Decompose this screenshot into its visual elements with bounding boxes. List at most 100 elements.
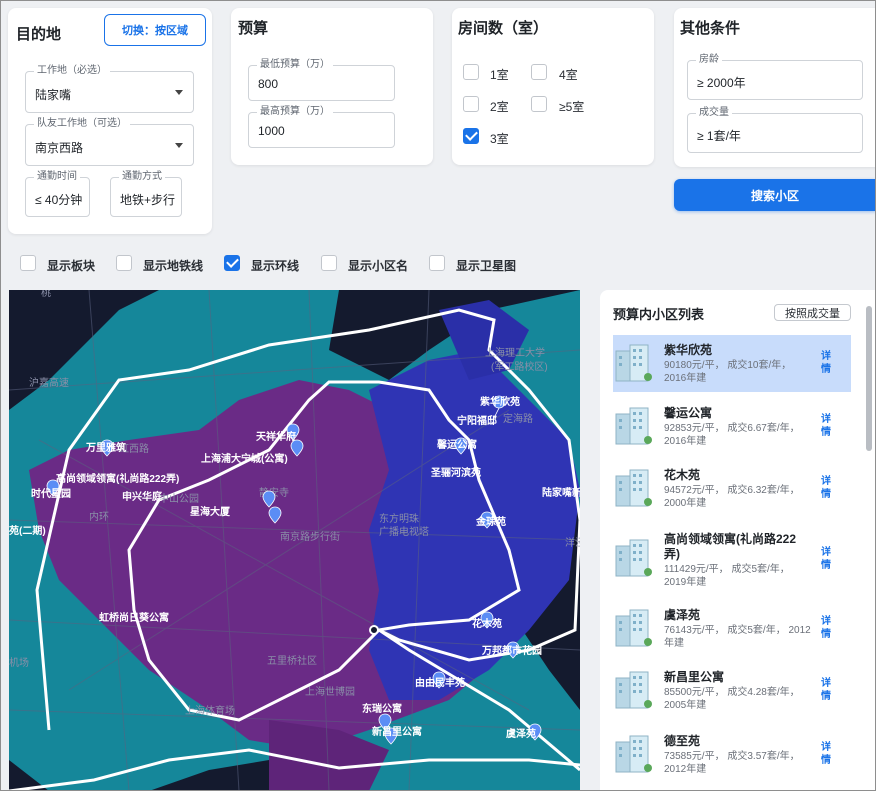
layer-satellite-checkbox[interactable]	[429, 255, 445, 271]
base-label: 桃	[41, 290, 51, 299]
base-label: 上海理工大学	[485, 346, 545, 359]
base-label: 定海路	[503, 412, 533, 425]
budget-card: 预算 最低预算（万） 800 最高预算（万） 1000	[231, 8, 433, 165]
list-scrollbar[interactable]	[866, 306, 872, 451]
partner-workplace-select[interactable]: 队友工作地（可选） 南京西路	[25, 118, 194, 166]
base-label: 东方明珠	[379, 512, 419, 525]
marker-label: 圣骊河滨苑	[431, 466, 481, 479]
list-item[interactable]: 紫华欣苑 90180元/平， 成交10套/年， 2016年建 详情	[613, 335, 851, 392]
room-5plus-checkbox[interactable]	[531, 96, 547, 112]
building-icon	[615, 539, 652, 577]
marker-label: 苑(二期)	[9, 524, 46, 537]
layer-blocks-checkbox[interactable]	[20, 255, 36, 271]
marker-label: 馨运公寓	[436, 438, 477, 451]
search-button[interactable]: 搜索小区	[674, 179, 876, 211]
detail-link[interactable]: 详情	[819, 615, 833, 641]
commute-map[interactable]: 上海理工大学 (军工路校区) 沪嘉高速 定海路 东方明珠 广播电视塔 南京路步行…	[9, 290, 580, 791]
building-age-field[interactable]: 房龄 ≥ 2000年	[687, 54, 863, 100]
list-item[interactable]: 德至苑 73585元/平， 成交3.57套/年， 2012年建 详情	[613, 726, 851, 783]
commute-mode-field[interactable]: 通勤方式 地铁+步行	[110, 171, 182, 217]
detail-link[interactable]: 详情	[819, 475, 833, 501]
commute-mode-value: 地铁+步行	[120, 193, 176, 207]
min-budget-input[interactable]: 最低预算（万） 800	[248, 59, 395, 101]
detail-link[interactable]: 详情	[819, 741, 833, 767]
detail-link[interactable]: 详情	[819, 677, 833, 703]
list-item-meta: 90180元/平， 成交10套/年， 2016年建	[664, 360, 792, 384]
community-list-panel: 预算内小区列表 按照成交量 紫华欣苑 90180元/平， 成交10套/年， 20…	[600, 290, 876, 791]
layer-metro-label: 显示地铁线	[143, 259, 204, 273]
layer-satellite-label: 显示卫星图	[456, 259, 517, 273]
list-item[interactable]: 馨运公寓 92853元/平， 成交6.67套/年， 2016年建 详情	[613, 398, 851, 455]
chevron-down-icon	[175, 143, 183, 148]
marker-label: 陆家嘴新	[542, 486, 580, 499]
list-item-meta: 111429元/平， 成交5套/年， 2019年建	[664, 564, 790, 588]
destination-card: 目的地 切换：按区域 工作地（必选） 陆家嘴 队友工作地（可选） 南京西路 通勤…	[8, 8, 212, 234]
map-canvas[interactable]: 上海理工大学 (军工路校区) 沪嘉高速 定海路 东方明珠 广播电视塔 南京路步行…	[9, 290, 580, 791]
list-title: 预算内小区列表	[613, 307, 705, 322]
marker-label: 高尚领域领寓(礼尚路222弄)	[56, 472, 179, 485]
list-item[interactable]: 花木苑 94572元/平， 成交6.32套/年， 2000年建 详情	[613, 460, 851, 517]
min-budget-value: 800	[258, 77, 279, 91]
commute-time-field[interactable]: 通勤时间 ≤ 40分钟	[25, 171, 90, 217]
marker-label: 万里雅筑	[85, 441, 126, 454]
layer-metro-checkbox[interactable]	[116, 255, 132, 271]
sort-by-volume-button[interactable]: 按照成交量	[774, 304, 851, 321]
detail-link[interactable]: 详情	[819, 546, 833, 572]
room-2-label: 2室	[490, 100, 509, 114]
list-item[interactable]: 新昌里公寓 85500元/平， 成交4.28套/年， 2005年建 详情	[613, 662, 851, 719]
building-icon	[615, 407, 652, 445]
layer-blocks-label: 显示板块	[47, 259, 96, 273]
list-item-meta: 76143元/平， 成交5套/年， 2012年建	[664, 625, 811, 649]
other-conditions-card: 其他条件 房龄 ≥ 2000年 成交量 ≥ 1套/年	[674, 8, 876, 167]
base-label: 广播电视塔	[379, 525, 429, 538]
list-item[interactable]: 虞泽苑 76143元/平， 成交5套/年， 2012年建 详情	[613, 600, 851, 657]
layer-names-label: 显示小区名	[348, 259, 409, 273]
list-item-name: 紫华欣苑	[664, 343, 713, 357]
list-item[interactable]: 高尚领域领寓(礼尚路222弄) 111429元/平， 成交5套/年， 2019年…	[613, 524, 851, 592]
marker-label: 万邦都市花园	[481, 644, 542, 657]
room-4-label: 4室	[559, 68, 578, 82]
other-conditions-title: 其他条件	[680, 20, 741, 37]
workplace-select[interactable]: 工作地（必选） 陆家嘴	[25, 65, 194, 113]
list-item-name: 德至苑	[664, 734, 701, 748]
marker-label: 虹桥尚日葵公寓	[99, 611, 169, 624]
base-label: 五里桥社区	[267, 654, 317, 667]
layer-ring-checkbox[interactable]	[224, 255, 240, 271]
detail-link[interactable]: 详情	[819, 413, 833, 439]
room-1-checkbox[interactable]	[463, 64, 479, 80]
building-age-value: ≥ 2000年	[697, 76, 746, 90]
list-item-name: 花木苑	[664, 468, 701, 482]
list-item-name: 高尚领域领寓(礼尚路222弄)	[664, 532, 797, 561]
marker-label: 紫华欣苑	[480, 395, 520, 408]
base-label: (军工路校区)	[491, 360, 548, 373]
layer-names-checkbox[interactable]	[321, 255, 337, 271]
building-icon	[615, 735, 652, 773]
base-label: 机场	[9, 656, 29, 669]
detail-link[interactable]: 详情	[819, 350, 833, 376]
base-label: 南京路步行街	[280, 530, 340, 543]
base-label: 上海世博园	[305, 685, 355, 698]
room-1-label: 1室	[490, 68, 509, 82]
switch-area-button[interactable]: 切换：按区域	[104, 14, 206, 46]
marker-label: 天祥华府	[256, 430, 296, 443]
trade-volume-value: ≥ 1套/年	[697, 129, 741, 143]
room-2-checkbox[interactable]	[463, 96, 479, 112]
list-item-meta: 85500元/平， 成交4.28套/年， 2005年建	[664, 687, 800, 711]
room-3-checkbox[interactable]	[463, 128, 479, 144]
marker-label: 金琮苑	[475, 515, 506, 528]
max-budget-input[interactable]: 最高预算（万） 1000	[248, 106, 395, 148]
list-item-name: 馨运公寓	[664, 406, 713, 420]
max-budget-label: 最高预算（万）	[257, 106, 333, 118]
destination-title: 目的地	[16, 26, 62, 43]
trade-volume-field[interactable]: 成交量 ≥ 1套/年	[687, 107, 863, 153]
base-label: 沪嘉高速	[29, 376, 69, 389]
room-4-checkbox[interactable]	[531, 64, 547, 80]
base-label: 中山公园	[159, 492, 199, 505]
list-item-meta: 94572元/平， 成交6.32套/年， 2000年建	[664, 485, 800, 509]
marker-label: 上海浦大宁城(公寓)	[201, 452, 288, 465]
commute-mode-label: 通勤方式	[119, 171, 165, 183]
building-icon	[615, 344, 652, 382]
marker-label: 宁阳福邸	[457, 414, 497, 427]
workplace-value: 陆家嘴	[35, 88, 72, 102]
list-item-meta: 92853元/平， 成交6.67套/年， 2016年建	[664, 423, 800, 447]
